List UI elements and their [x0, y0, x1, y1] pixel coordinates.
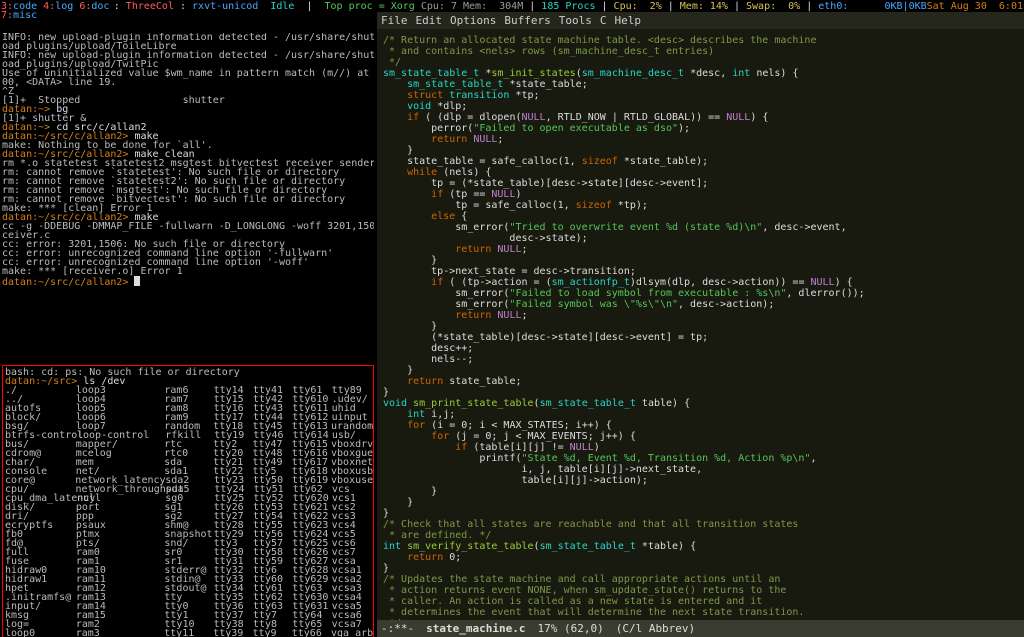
layout-name: ThreeCol	[126, 2, 174, 11]
menu-file[interactable]: File	[381, 14, 408, 27]
editor-menubar[interactable]: File Edit Options Buffers Tools C Help	[377, 12, 1024, 29]
menu-tools[interactable]: Tools	[559, 14, 592, 27]
modeline-pos: 17% (62,0)	[537, 622, 603, 635]
top-proc: Top proc = Xorg	[325, 2, 415, 11]
terminal-top[interactable]: INFO: new upload-plugin information dete…	[2, 33, 374, 345]
date-text: Sat Aug 30	[927, 2, 987, 11]
menu-options[interactable]: Options	[450, 14, 496, 27]
menu-edit[interactable]: Edit	[416, 14, 443, 27]
code-area[interactable]: /* Return an allocated state machine tab…	[377, 29, 1024, 620]
menu-c[interactable]: C	[600, 14, 607, 27]
modeline-file: state_machine.c	[426, 622, 525, 635]
status-text: Idle	[270, 2, 294, 11]
modeline-mode: (C/l Abbrev)	[616, 622, 695, 635]
focus-title: rxvt-unicod	[192, 2, 258, 11]
editor-pane[interactable]: File Edit Options Buffers Tools C Help /* Retu…	[376, 12, 1024, 637]
time-text: 6:01	[999, 2, 1023, 11]
statusbar: 1:mail 2:code 3:code 4:log 6:doc 7:misc …	[0, 0, 1024, 12]
menu-help[interactable]: Help	[614, 14, 641, 27]
terminal-pane[interactable]: INFO: new upload-plugin information dete…	[0, 12, 376, 637]
modeline: -:**- state_machine.c 17% (62,0) (C/l Ab…	[377, 620, 1024, 637]
terminal-bottom[interactable]: bash: cd: ps: No such file or directoryd…	[2, 365, 374, 637]
menu-buffers[interactable]: Buffers	[504, 14, 550, 27]
